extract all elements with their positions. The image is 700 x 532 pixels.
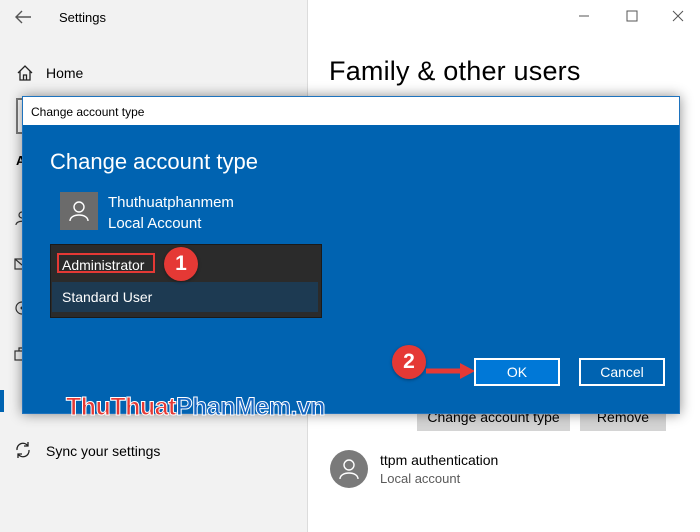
dialog-heading: Change account type [50, 149, 258, 174]
account-name: Thuthuatphanmem [108, 194, 234, 211]
sync-label: Sync your settings [46, 443, 161, 459]
user-account-type: Local account [380, 471, 461, 486]
person-icon [69, 201, 89, 222]
user-name: ttpm authentication [380, 452, 499, 468]
watermark-logo: ThuThuatPhanMem.vn [66, 393, 327, 422]
cancel-button[interactable]: Cancel [579, 358, 665, 386]
user-avatar [330, 450, 368, 488]
close-icon[interactable] [672, 10, 684, 22]
active-nav-indicator [0, 390, 4, 412]
option-administrator[interactable]: Administrator [57, 253, 155, 273]
person-icon [339, 459, 359, 480]
ok-button[interactable]: OK [474, 358, 560, 386]
change-account-type-dialog: Change account type Change account type … [22, 96, 680, 414]
back-arrow-icon[interactable] [14, 9, 32, 25]
watermark-part2: PhanMem [175, 393, 291, 422]
home-label: Home [46, 65, 84, 81]
step-2-badge: 2 [392, 345, 426, 379]
sync-icon [16, 442, 30, 458]
arrow-right-icon [426, 363, 475, 379]
nav-home[interactable]: Home [0, 58, 308, 88]
minimize-icon[interactable] [578, 10, 590, 22]
account-avatar [60, 192, 98, 230]
watermark-part3: .vn [290, 393, 326, 422]
nav-sync-settings[interactable]: Sync your settings [0, 438, 308, 464]
dialog-titlebar: Change account type [23, 97, 679, 125]
home-icon [17, 65, 33, 81]
settings-titlebar: Settings [0, 0, 308, 34]
app-title: Settings [59, 10, 106, 25]
watermark-part1: ThuThuat [66, 393, 177, 422]
account-type: Local Account [108, 215, 202, 232]
page-title: Family & other users [329, 56, 581, 86]
user-list-item[interactable]: ttpm authentication Local account [330, 446, 690, 496]
dialog-title: Change account type [31, 105, 145, 119]
maximize-icon[interactable] [626, 10, 638, 22]
step-1-badge: 1 [164, 247, 198, 281]
option-standard-user[interactable]: Standard User [52, 282, 318, 312]
